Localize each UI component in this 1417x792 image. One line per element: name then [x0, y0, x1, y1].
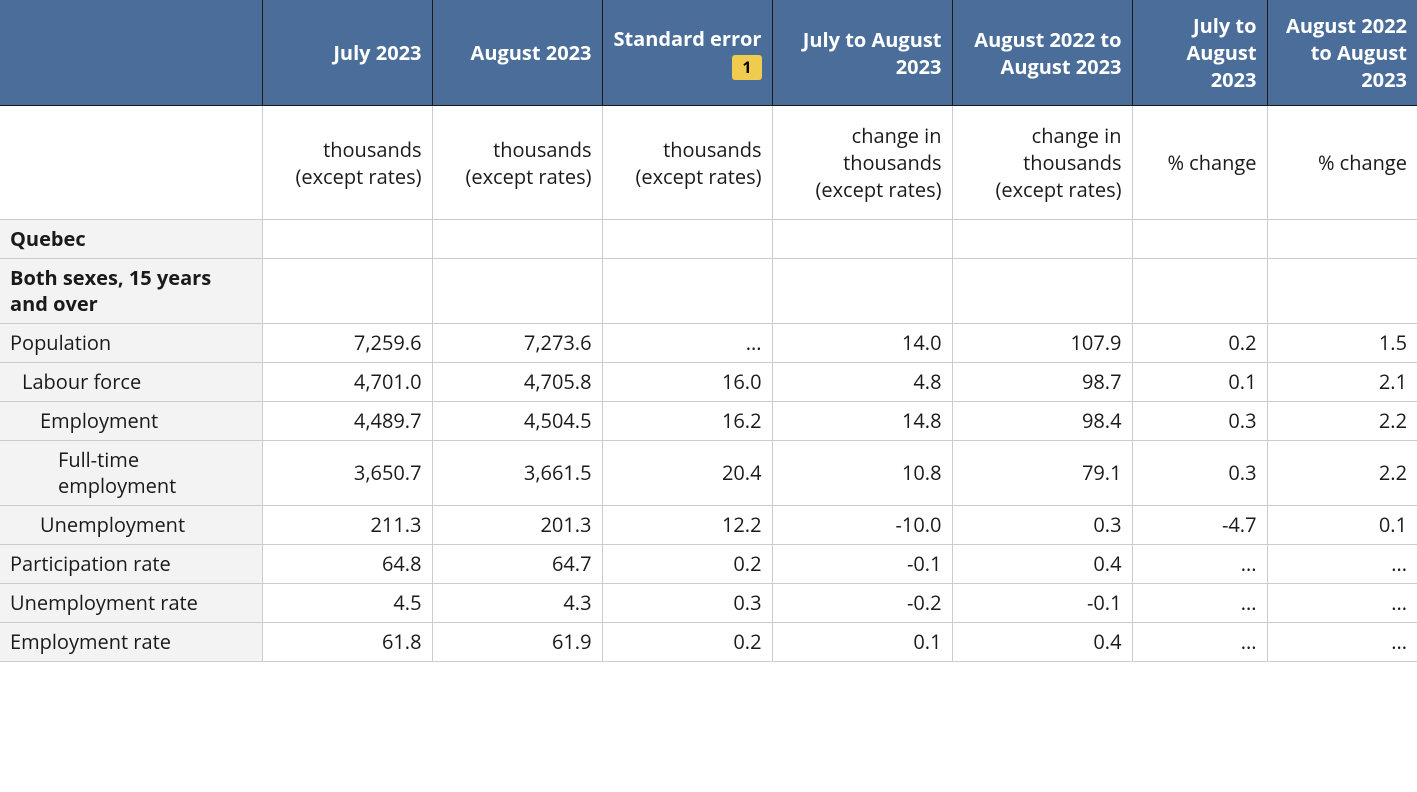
- row-label: Employment rate: [0, 623, 262, 662]
- cell-value: 12.2: [602, 506, 772, 545]
- cell-value: 0.3: [1132, 402, 1267, 441]
- table-row: Participation rate64.864.70.2-0.10.4....…: [0, 545, 1417, 584]
- labour-force-table: July 2023 August 2023 Standard error 1 J…: [0, 0, 1417, 662]
- cell-value: -10.0: [772, 506, 952, 545]
- cell-value: 3,661.5: [432, 441, 602, 506]
- cell-value: 61.8: [262, 623, 432, 662]
- units-col-4: change in thousands (except rates): [772, 106, 952, 220]
- table-row: Labour force4,701.04,705.816.04.898.70.1…: [0, 363, 1417, 402]
- header-col-3: Standard error 1: [602, 0, 772, 106]
- cell-value: ...: [1132, 584, 1267, 623]
- cell-value: ...: [1267, 623, 1417, 662]
- cell-value: ...: [1132, 623, 1267, 662]
- cell-value: 14.8: [772, 402, 952, 441]
- table-row: Population7,259.67,273.6...14.0107.90.21…: [0, 324, 1417, 363]
- row-label: Full-time employment: [0, 441, 262, 506]
- units-col-7: % change: [1267, 106, 1417, 220]
- cell-value: 98.7: [952, 363, 1132, 402]
- header-col-2: August 2023: [432, 0, 602, 106]
- cell-value: 4.5: [262, 584, 432, 623]
- table-row: Employment rate61.861.90.20.10.4......: [0, 623, 1417, 662]
- cell-value: 4.3: [432, 584, 602, 623]
- cell-value: 0.1: [772, 623, 952, 662]
- cell-value: ...: [1132, 545, 1267, 584]
- cell-value: 98.4: [952, 402, 1132, 441]
- section-region-label: Quebec: [0, 220, 262, 259]
- cell-value: 4,705.8: [432, 363, 602, 402]
- cell-value: -4.7: [1132, 506, 1267, 545]
- cell-value: 20.4: [602, 441, 772, 506]
- cell-value: 0.3: [602, 584, 772, 623]
- row-label: Labour force: [0, 363, 262, 402]
- header-col-6: July to August 2023: [1132, 0, 1267, 106]
- table-row: Unemployment rate4.54.30.3-0.2-0.1......: [0, 584, 1417, 623]
- cell-value: 16.2: [602, 402, 772, 441]
- table-row: Employment4,489.74,504.516.214.898.40.32…: [0, 402, 1417, 441]
- table-row: Full-time employment3,650.73,661.520.410…: [0, 441, 1417, 506]
- header-col-5: August 2022 to August 2023: [952, 0, 1132, 106]
- cell-value: 0.1: [1267, 506, 1417, 545]
- row-label: Unemployment rate: [0, 584, 262, 623]
- header-col-1: July 2023: [262, 0, 432, 106]
- cell-value: 201.3: [432, 506, 602, 545]
- row-label: Unemployment: [0, 506, 262, 545]
- cell-value: ...: [1267, 584, 1417, 623]
- cell-value: 1.5: [1267, 324, 1417, 363]
- cell-value: 64.8: [262, 545, 432, 584]
- cell-value: 4,489.7: [262, 402, 432, 441]
- cell-value: 16.0: [602, 363, 772, 402]
- cell-value: ...: [602, 324, 772, 363]
- header-col-7: August 2022 to August 2023: [1267, 0, 1417, 106]
- cell-value: 107.9: [952, 324, 1132, 363]
- row-label: Population: [0, 324, 262, 363]
- header-blank: [0, 0, 262, 106]
- section-row-demographic: Both sexes, 15 years and over: [0, 259, 1417, 324]
- cell-value: 0.2: [602, 623, 772, 662]
- units-col-6: % change: [1132, 106, 1267, 220]
- cell-value: -0.1: [952, 584, 1132, 623]
- cell-value: 7,259.6: [262, 324, 432, 363]
- cell-value: ...: [1267, 545, 1417, 584]
- cell-value: 2.2: [1267, 402, 1417, 441]
- cell-value: -0.1: [772, 545, 952, 584]
- cell-value: 10.8: [772, 441, 952, 506]
- units-row: thousands (except rates) thousands (exce…: [0, 106, 1417, 220]
- cell-value: 0.4: [952, 545, 1132, 584]
- cell-value: 3,650.7: [262, 441, 432, 506]
- cell-value: 7,273.6: [432, 324, 602, 363]
- units-col-1: thousands (except rates): [262, 106, 432, 220]
- cell-value: 4,504.5: [432, 402, 602, 441]
- cell-value: 79.1: [952, 441, 1132, 506]
- cell-value: 211.3: [262, 506, 432, 545]
- header-col-3-label: Standard error: [613, 25, 761, 52]
- cell-value: 0.3: [952, 506, 1132, 545]
- table-body: Quebec Both sexes, 15 years and over Pop…: [0, 220, 1417, 662]
- cell-value: 0.3: [1132, 441, 1267, 506]
- cell-value: 0.1: [1132, 363, 1267, 402]
- section-demographic-label: Both sexes, 15 years and over: [0, 259, 262, 324]
- footnote-icon[interactable]: 1: [732, 55, 761, 81]
- cell-value: 14.0: [772, 324, 952, 363]
- table-row: Unemployment211.3201.312.2-10.00.3-4.70.…: [0, 506, 1417, 545]
- cell-value: -0.2: [772, 584, 952, 623]
- units-col-3: thousands (except rates): [602, 106, 772, 220]
- units-col-2: thousands (except rates): [432, 106, 602, 220]
- row-label: Participation rate: [0, 545, 262, 584]
- cell-value: 0.4: [952, 623, 1132, 662]
- cell-value: 64.7: [432, 545, 602, 584]
- cell-value: 0.2: [1132, 324, 1267, 363]
- section-row-region: Quebec: [0, 220, 1417, 259]
- units-blank: [0, 106, 262, 220]
- cell-value: 61.9: [432, 623, 602, 662]
- row-label: Employment: [0, 402, 262, 441]
- cell-value: 0.2: [602, 545, 772, 584]
- units-col-5: change in thousands (except rates): [952, 106, 1132, 220]
- cell-value: 4.8: [772, 363, 952, 402]
- cell-value: 2.2: [1267, 441, 1417, 506]
- header-col-4: July to August 2023: [772, 0, 952, 106]
- cell-value: 2.1: [1267, 363, 1417, 402]
- column-header-row: July 2023 August 2023 Standard error 1 J…: [0, 0, 1417, 106]
- cell-value: 4,701.0: [262, 363, 432, 402]
